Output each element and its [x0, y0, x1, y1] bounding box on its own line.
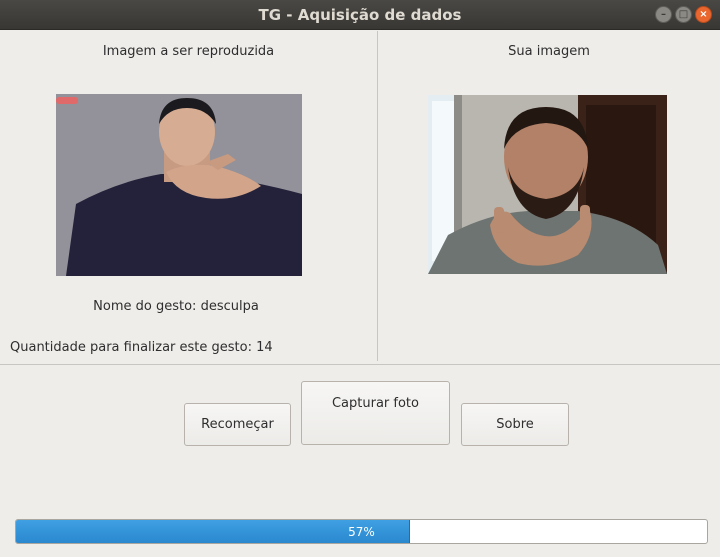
capture-photo-button[interactable]: Capturar foto	[301, 381, 450, 445]
minimize-icon[interactable]: –	[655, 6, 672, 23]
panel-divider-horizontal	[0, 364, 720, 365]
close-icon[interactable]: ×	[695, 6, 712, 23]
window-title: TG - Aquisição de dados	[258, 5, 462, 24]
panel-divider-vertical	[377, 31, 378, 361]
gesture-name-label: Nome do gesto: desculpa	[93, 299, 259, 314]
reference-image-heading: Imagem a ser reproduzida	[102, 44, 275, 59]
reference-gesture-image	[56, 94, 302, 276]
about-button[interactable]: Sobre	[461, 403, 569, 446]
progress-bar: 57%	[15, 519, 708, 544]
restart-button[interactable]: Recomeçar	[184, 403, 291, 446]
user-image-heading: Sua imagem	[508, 44, 590, 59]
window-titlebar: TG - Aquisição de dados – □ ×	[0, 0, 720, 30]
maximize-icon[interactable]: □	[675, 6, 692, 23]
user-camera-image	[428, 95, 667, 274]
window-controls: – □ ×	[655, 6, 712, 23]
remaining-count-label: Quantidade para finalizar este gesto: 14	[10, 340, 273, 355]
progress-label: 57%	[348, 524, 375, 539]
